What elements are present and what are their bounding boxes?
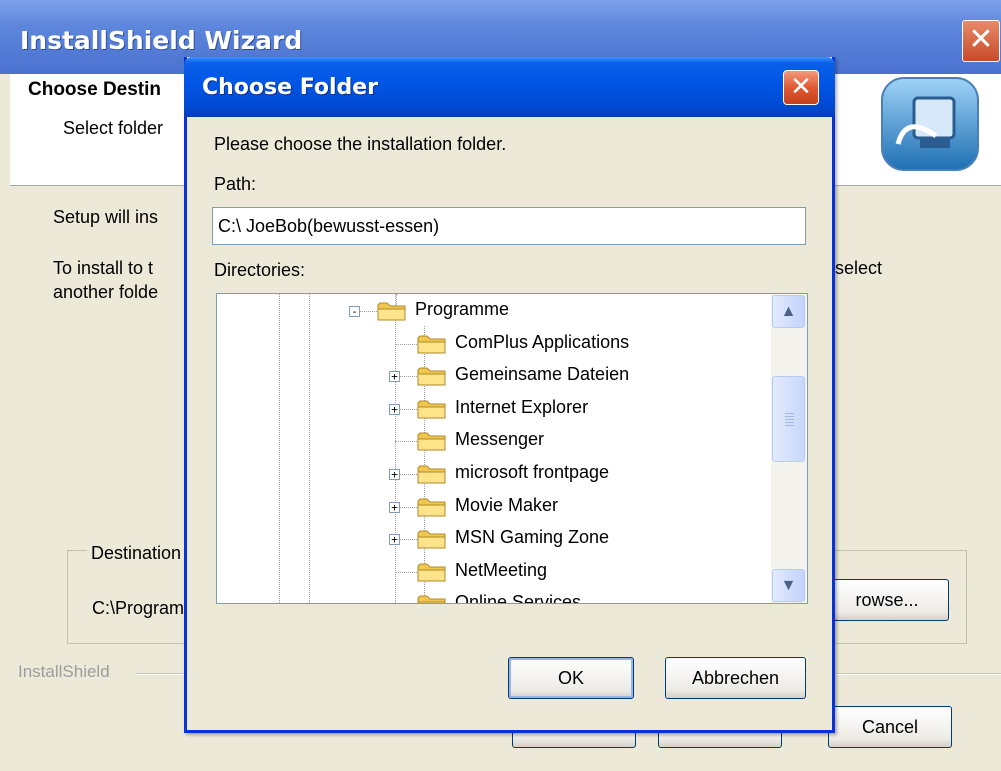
path-label: Path: [214,174,257,194]
folder-icon [417,333,447,355]
expand-icon[interactable]: + [389,501,400,513]
scroll-down-button[interactable]: ▼ [772,569,805,602]
tree-item-label: ComPlus Applications [455,331,630,352]
destination-folder-legend: Destination [87,543,186,564]
tree-connector [395,571,417,573]
directories-tree[interactable]: - Programme ComPlus Applications + Gemeinsam… [216,293,808,604]
tree-item[interactable]: + MSN Gaming Zone [217,523,767,555]
installshield-brand-label: InstallShield [18,662,110,681]
tree-item-label: Gemeinsame Dateien [455,364,630,385]
scroll-up-button[interactable]: ▲ [772,295,805,328]
tree-item-label: NetMeeting [455,559,548,580]
scroll-up-icon: ▲ [780,303,797,320]
folder-icon [417,496,447,518]
tree-item[interactable]: - Programme [217,295,767,327]
tree-item-label: Messenger [455,429,545,450]
tree-item[interactable]: ComPlus Applications [217,328,767,360]
tree-item-label: Movie Maker [455,494,559,515]
destination-path-text: C:\Program [92,598,185,618]
collapse-icon[interactable]: - [349,306,360,317]
wizard-cancel-button[interactable]: Cancel [828,706,952,748]
folder-icon [377,300,407,322]
scroll-down-icon: ▼ [780,577,797,594]
expand-icon[interactable]: + [389,371,400,383]
tree-item[interactable]: Messenger [217,425,767,457]
vertical-scrollbar[interactable]: ▲ ▼ [771,294,807,603]
choose-folder-dialog: Choose Folder ✕ Please choose the instal… [184,57,835,733]
tree-item[interactable]: + Internet Explorer [217,393,767,425]
folder-icon [417,463,447,485]
ok-button[interactable]: OK [508,657,634,699]
wizard-subheading: Select folder [63,118,164,138]
directories-label: Directories: [214,260,306,280]
folder-icon [417,398,447,420]
tree-item[interactable]: + microsoft frontpage [217,458,767,490]
tree-item-label: microsoft frontpage [455,462,610,482]
expand-icon[interactable]: + [389,534,400,546]
close-icon: ✕ [968,22,994,57]
folder-icon [417,430,447,452]
close-icon: ✕ [790,72,812,102]
dialog-close-button[interactable]: ✕ [783,70,819,105]
expand-icon[interactable]: + [389,403,400,415]
folder-icon [417,528,447,550]
dialog-title: Choose Folder [202,75,379,100]
scrollbar-thumb[interactable] [772,376,805,462]
path-input[interactable] [212,207,806,245]
abbrechen-button[interactable]: Abbrechen [665,657,806,699]
browse-button[interactable]: rowse... [825,579,949,621]
folder-icon [417,365,447,387]
expand-icon[interactable]: + [389,469,400,480]
wizard-intro-text: Setup will ins [53,207,159,227]
dialog-prompt: Please choose the installation folder. [214,134,507,154]
tree-item-label: Online Services [455,592,582,604]
tree-item[interactable]: + Movie Maker [217,491,767,523]
wizard-heading: Choose Destin [28,79,162,100]
tree-item-label: Internet Explorer [455,396,589,417]
scrollbar-grip [785,413,794,427]
dialog-titlebar[interactable]: Choose Folder ✕ [184,57,835,117]
wizard-instruction-text: To install to t another folde [53,258,159,302]
wizard-close-button[interactable]: ✕ [962,20,1000,62]
tree-connector [395,343,417,345]
tree-item[interactable]: + Gemeinsame Dateien [217,360,767,392]
tree-item[interactable]: Online Services [217,588,767,604]
installshield-logo-icon [881,77,979,171]
tree-item-label: Programme [415,299,510,319]
wizard-instruction-text-right: select [835,258,883,278]
folder-icon [417,561,447,583]
wizard-title: InstallShield Wizard [20,26,303,55]
tree-connector [395,441,417,443]
folder-icon [417,593,447,603]
tree-item[interactable]: NetMeeting [217,556,767,588]
tree-item-label: MSN Gaming Zone [455,527,610,548]
